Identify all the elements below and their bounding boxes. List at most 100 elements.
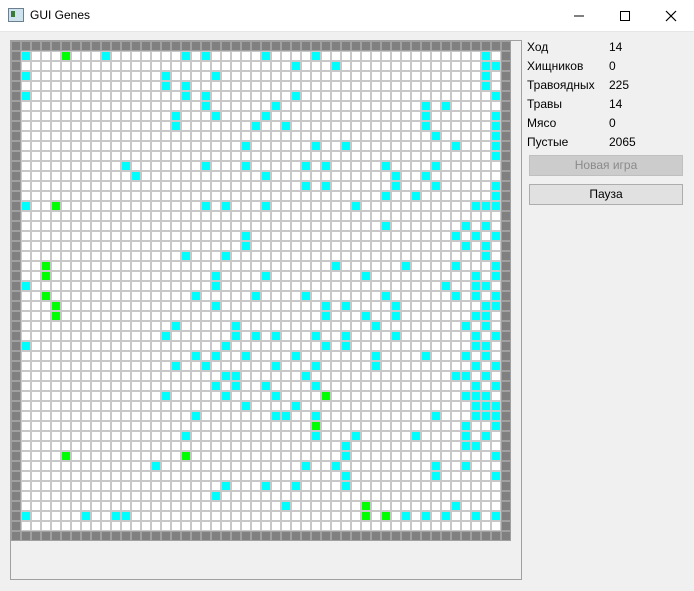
empty-cell [101, 461, 111, 471]
empty-cell [401, 171, 411, 181]
empty-cell [381, 121, 391, 131]
empty-cell [471, 241, 481, 251]
empty-cell [411, 391, 421, 401]
maximize-button[interactable] [602, 0, 648, 31]
empty-cell [461, 141, 471, 151]
empty-cell [91, 251, 101, 261]
empty-cell [171, 481, 181, 491]
empty-cell [21, 291, 31, 301]
wall-cell [501, 411, 511, 421]
empty-cell [131, 411, 141, 421]
empty-cell [91, 491, 101, 501]
empty-cell [471, 141, 481, 151]
empty-cell [151, 281, 161, 291]
herbivore-cell [441, 281, 451, 291]
empty-cell [401, 141, 411, 151]
empty-cell [91, 521, 101, 531]
empty-cell [411, 271, 421, 281]
wall-cell [501, 281, 511, 291]
empty-cell [231, 91, 241, 101]
empty-cell [131, 141, 141, 151]
empty-cell [141, 51, 151, 61]
empty-cell [481, 171, 491, 181]
empty-cell [211, 171, 221, 181]
empty-cell [371, 101, 381, 111]
empty-cell [231, 391, 241, 401]
empty-cell [101, 511, 111, 521]
empty-cell [301, 521, 311, 531]
herbivore-cell [491, 121, 501, 131]
empty-cell [121, 201, 131, 211]
empty-cell [471, 351, 481, 361]
herbivore-cell [341, 451, 351, 461]
empty-cell [81, 141, 91, 151]
empty-cell [451, 211, 461, 221]
empty-cell [111, 51, 121, 61]
empty-cell [71, 241, 81, 251]
wall-cell [11, 231, 21, 241]
wall-cell [501, 531, 511, 541]
empty-cell [311, 61, 321, 71]
empty-cell [361, 151, 371, 161]
empty-cell [111, 461, 121, 471]
empty-cell [261, 281, 271, 291]
empty-cell [381, 241, 391, 251]
empty-cell [51, 51, 61, 61]
empty-cell [271, 171, 281, 181]
wall-cell [301, 41, 311, 51]
herbivore-cell [261, 381, 271, 391]
empty-cell [161, 451, 171, 461]
empty-cell [151, 431, 161, 441]
empty-cell [131, 371, 141, 381]
empty-cell [141, 341, 151, 351]
empty-cell [471, 251, 481, 261]
empty-cell [451, 201, 461, 211]
empty-cell [411, 441, 421, 451]
empty-cell [211, 151, 221, 161]
empty-cell [461, 151, 471, 161]
herbivore-cell [421, 351, 431, 361]
empty-cell [91, 121, 101, 131]
wall-cell [161, 41, 171, 51]
wall-cell [231, 531, 241, 541]
empty-cell [51, 451, 61, 461]
empty-cell [61, 201, 71, 211]
empty-cell [131, 301, 141, 311]
pause-button[interactable]: Пауза [529, 184, 683, 205]
empty-cell [431, 481, 441, 491]
empty-cell [201, 311, 211, 321]
herbivore-cell [381, 161, 391, 171]
empty-cell [341, 501, 351, 511]
empty-cell [391, 231, 401, 241]
grass-cell [41, 261, 51, 271]
empty-cell [161, 301, 171, 311]
herbivore-cell [481, 51, 491, 61]
empty-cell [251, 101, 261, 111]
empty-cell [31, 441, 41, 451]
new-game-button[interactable]: Новая игра [529, 155, 683, 176]
wall-cell [221, 531, 231, 541]
empty-cell [61, 181, 71, 191]
empty-cell [161, 61, 171, 71]
close-button[interactable] [648, 0, 694, 31]
herbivore-cell [161, 81, 171, 91]
empty-cell [111, 161, 121, 171]
herbivore-cell [471, 391, 481, 401]
herbivore-cell [21, 511, 31, 521]
empty-cell [431, 511, 441, 521]
empty-cell [141, 191, 151, 201]
herbivore-cell [201, 201, 211, 211]
empty-cell [31, 111, 41, 121]
empty-cell [281, 491, 291, 501]
empty-cell [411, 321, 421, 331]
empty-cell [121, 451, 131, 461]
wall-cell [501, 111, 511, 121]
wall-cell [501, 91, 511, 101]
wall-cell [241, 41, 251, 51]
empty-cell [131, 471, 141, 481]
minimize-button[interactable] [556, 0, 602, 31]
empty-cell [201, 301, 211, 311]
empty-cell [421, 481, 431, 491]
empty-cell [191, 341, 201, 351]
empty-cell [481, 141, 491, 151]
